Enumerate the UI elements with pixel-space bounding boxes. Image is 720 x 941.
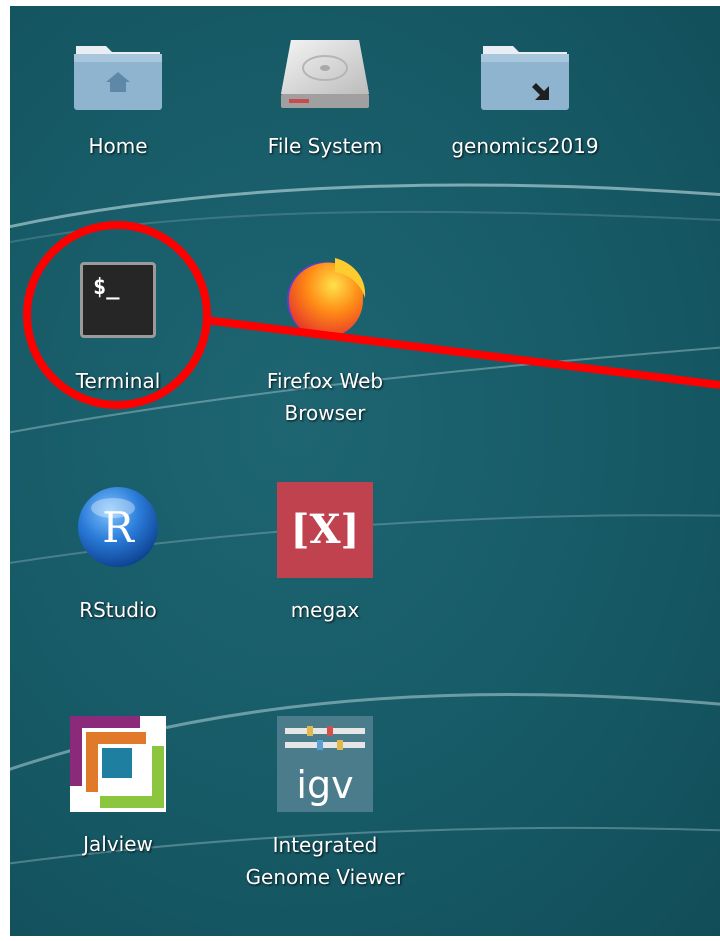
igv-icon: igv — [277, 716, 373, 812]
desktop-icon-label: genomics2019 — [451, 134, 599, 158]
desktop-icon-genomics2019[interactable]: genomics2019 — [440, 36, 610, 176]
megax-glyph: [X] — [290, 506, 360, 553]
r-logo-icon: R — [78, 487, 158, 567]
terminal-icon: $_ — [80, 262, 156, 338]
desktop-icon-label: RStudio — [79, 598, 157, 622]
desktop-icon-firefox[interactable]: Firefox Web Browser — [240, 252, 410, 442]
desktop-icon-label: Home — [88, 134, 148, 158]
desktop-icon-label: Firefox Web Browser — [266, 369, 384, 425]
desktop-icon-rstudio[interactable]: R RStudio — [33, 482, 203, 632]
r-letter: R — [102, 503, 135, 552]
desktop-icon-file-system[interactable]: File System — [240, 36, 410, 176]
terminal-prompt-text: $_ — [93, 275, 120, 300]
desktop-icon-label: File System — [267, 134, 383, 158]
hard-drive-icon — [281, 40, 369, 108]
firefox-icon — [287, 258, 366, 338]
igv-letters: igv — [296, 763, 353, 807]
desktop-icon-label: Terminal — [75, 369, 161, 393]
megax-icon: [X] — [277, 482, 373, 578]
folder-link-icon — [481, 46, 569, 110]
desktop-icon-label: Integrated Genome Viewer — [245, 833, 405, 889]
home-folder-icon — [74, 46, 162, 110]
desktop: Home File System genomics2019 $_ Termina… — [10, 6, 720, 936]
desktop-icon-terminal[interactable]: $_ Terminal — [33, 258, 203, 408]
desktop-icon-jalview[interactable]: Jalview — [33, 716, 203, 866]
desktop-icon-megax[interactable]: [X] megax — [240, 482, 410, 632]
jalview-icon — [70, 716, 166, 812]
desktop-icon-label: Jalview — [83, 832, 153, 856]
desktop-icon-home[interactable]: Home — [33, 36, 203, 176]
desktop-icon-igv[interactable]: igv Integrated Genome Viewer — [240, 716, 410, 906]
desktop-icon-label: megax — [290, 598, 360, 622]
